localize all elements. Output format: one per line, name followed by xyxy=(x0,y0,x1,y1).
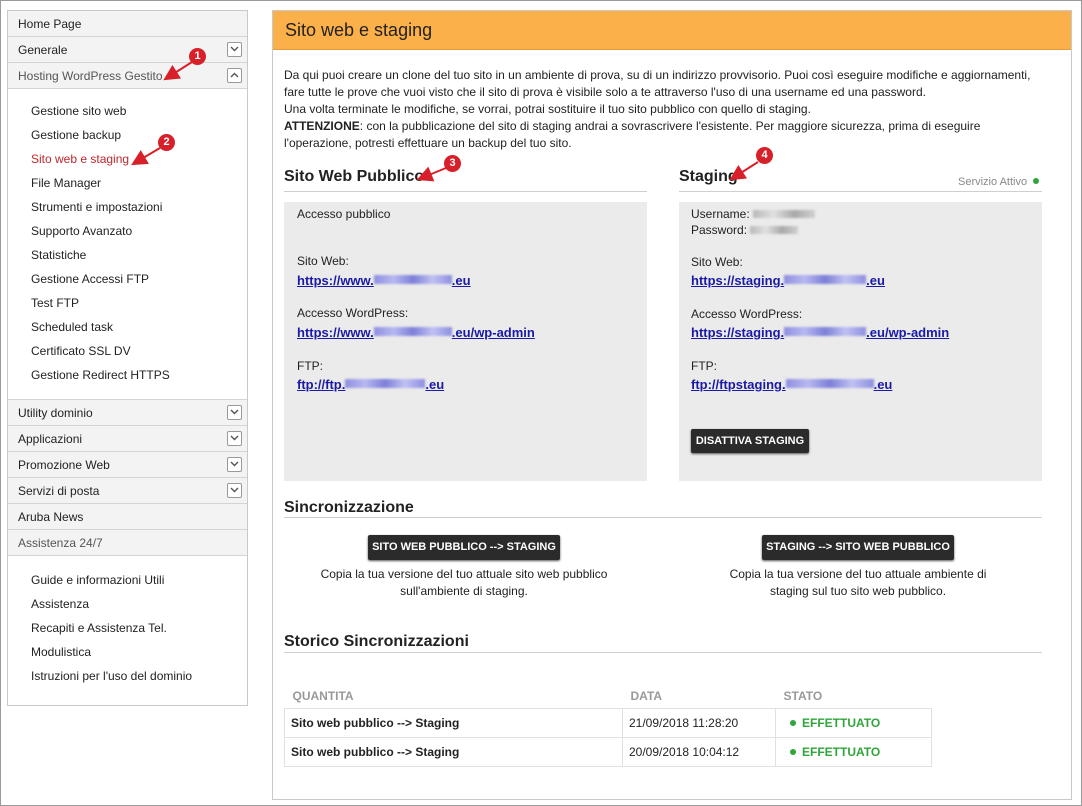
annotation-marker-3: 3 xyxy=(444,155,461,172)
annotation-marker-1: 1 xyxy=(189,48,206,65)
annotation-marker-2: 2 xyxy=(158,134,175,151)
annotation-arrows xyxy=(131,61,759,182)
annotation-marker-4: 4 xyxy=(756,147,773,164)
